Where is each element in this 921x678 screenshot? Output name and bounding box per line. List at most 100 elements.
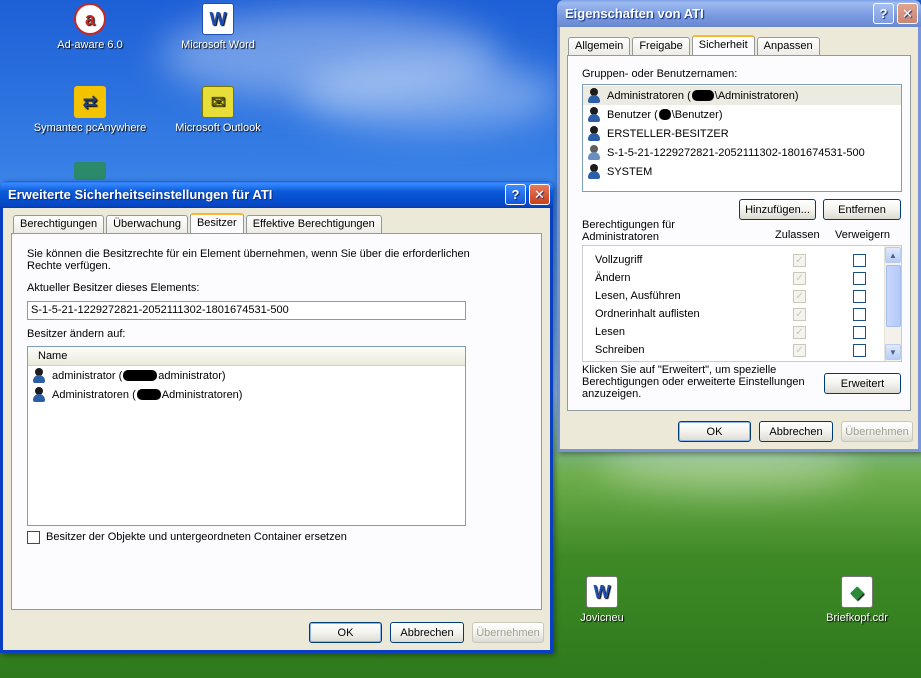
list-item[interactable]: administrator ( administrator) (28, 366, 465, 385)
owner-name-suffix: Administratoren) (161, 388, 243, 401)
user-name: ERSTELLER-BESITZER (607, 127, 729, 140)
window-title: Eigenschaften von ATI (565, 6, 704, 21)
word-document-icon: W (586, 576, 618, 608)
app-icon (74, 162, 106, 180)
desktop-icon-pcanywhere[interactable]: ⇄ Symantec pcAnywhere (30, 86, 150, 134)
deny-checkbox[interactable] (853, 344, 866, 357)
user-group-icon (588, 106, 604, 123)
close-button[interactable]: ✕ (529, 184, 550, 205)
redaction-mark (658, 109, 671, 120)
list-item[interactable]: Administratoren ( Administratoren) (28, 385, 465, 404)
apply-button[interactable]: Übernehmen (472, 622, 544, 643)
allow-checkbox: ✓ (793, 308, 806, 321)
owner-candidates-list[interactable]: Name administrator ( administrator) Admin… (27, 346, 466, 526)
advanced-security-dialog: Erweiterte Sicherheitseinstellungen für … (0, 181, 553, 653)
remove-button[interactable]: Entfernen (823, 199, 901, 220)
allow-checkbox: ✓ (793, 344, 806, 357)
allow-checkbox: ✓ (793, 272, 806, 285)
tab-effective-permissions[interactable]: Effektive Berechtigungen (245, 215, 382, 233)
user-group-icon (588, 125, 604, 142)
groups-label: Gruppen- oder Benutzernamen: (582, 68, 738, 80)
list-item[interactable]: S-1-5-21-1229272821-2052111302-180167453… (583, 143, 901, 162)
adaware-icon: a (74, 3, 106, 35)
current-owner-field[interactable]: S-1-5-21-1229272821-2052111302-180167453… (27, 301, 466, 320)
permission-label: Vollzugriff (595, 254, 643, 266)
user-group-icon (588, 163, 604, 180)
tab-permissions[interactable]: Berechtigungen (13, 215, 105, 233)
tab-general[interactable]: Allgemein (568, 37, 631, 55)
tab-sharing[interactable]: Freigabe (632, 37, 690, 55)
permission-label: Lesen (595, 326, 625, 338)
user-name: Benutzer ( (607, 108, 658, 121)
deny-checkbox[interactable] (853, 290, 866, 303)
desktop-icon-label: Microsoft Outlook (175, 122, 261, 134)
advanced-button[interactable]: Erweitert (824, 373, 901, 394)
properties-titlebar[interactable]: Eigenschaften von ATI ? ✕ (557, 0, 921, 27)
allow-checkbox: ✓ (793, 326, 806, 339)
column-header-name[interactable]: Name (28, 347, 465, 366)
list-item[interactable]: SYSTEM (583, 162, 901, 181)
properties-dialog: Eigenschaften von ATI ? ✕ Allgemein Frei… (557, 0, 921, 452)
column-allow: Zulassen (775, 229, 820, 241)
users-list[interactable]: Administratoren ( \Administratoren) Benut… (582, 84, 902, 192)
advanced-security-titlebar[interactable]: Erweiterte Sicherheitseinstellungen für … (0, 181, 553, 208)
desktop-icon-outlook[interactable]: ✉ Microsoft Outlook (158, 86, 278, 134)
cancel-button[interactable]: Abbrechen (759, 421, 833, 442)
scroll-thumb[interactable] (886, 265, 901, 327)
tab-owner[interactable]: Besitzer (189, 213, 244, 234)
tab-customize[interactable]: Anpassen (756, 37, 820, 55)
list-item[interactable]: ERSTELLER-BESITZER (583, 124, 901, 143)
apply-button[interactable]: Übernehmen (841, 421, 913, 442)
desktop-icon-label: Microsoft Word (181, 39, 255, 51)
desktop-icon-word[interactable]: W Microsoft Word (158, 3, 278, 51)
deny-checkbox[interactable] (853, 254, 866, 267)
owner-intro-text: Sie können die Besitzrechte für ein Elem… (27, 248, 470, 272)
desktop-icon-label: Briefkopf.cdr (826, 612, 888, 624)
add-button[interactable]: Hinzufügen... (739, 199, 816, 220)
ok-button[interactable]: OK (309, 622, 382, 643)
word-icon: W (202, 3, 234, 35)
deny-checkbox[interactable] (853, 308, 866, 321)
help-button[interactable]: ? (505, 184, 526, 205)
help-button[interactable]: ? (873, 3, 894, 24)
tab-auditing[interactable]: Überwachung (106, 215, 188, 233)
desktop-icon-jovicneu[interactable]: W Jovicneu (542, 576, 662, 624)
owner-name: Administratoren ( (52, 388, 136, 401)
permissions-scrollbar[interactable]: ▲ ▼ (884, 246, 901, 361)
advanced-hint: Klicken Sie auf "Erweitert", um speziell… (582, 364, 805, 400)
user-group-icon (33, 386, 49, 403)
close-button[interactable]: ✕ (897, 3, 918, 24)
ok-button[interactable]: OK (678, 421, 751, 442)
cancel-button[interactable]: Abbrechen (390, 622, 464, 643)
tab-security[interactable]: Sicherheit (691, 35, 755, 56)
owner-panel: Sie können die Besitzrechte für ein Elem… (11, 233, 542, 610)
outlook-icon: ✉ (202, 86, 234, 118)
user-name: S-1-5-21-1229272821-2052111302-180167453… (607, 146, 865, 159)
user-name: Administratoren ( (607, 89, 691, 102)
advanced-tabs: Berechtigungen Überwachung Besitzer Effe… (13, 212, 384, 234)
security-panel: Gruppen- oder Benutzernamen: Administrat… (567, 55, 911, 411)
deny-checkbox[interactable] (853, 326, 866, 339)
desktop-icon-label: Jovicneu (580, 612, 624, 624)
scroll-up-icon[interactable]: ▲ (885, 247, 901, 263)
deny-checkbox[interactable] (853, 272, 866, 285)
replace-owner-checkbox[interactable] (27, 531, 40, 544)
scroll-down-icon[interactable]: ▼ (885, 344, 901, 360)
properties-tabs: Allgemein Freigabe Sicherheit Anpassen (568, 34, 822, 56)
desktop-icon-adaware[interactable]: a Ad-aware 6.0 (30, 3, 150, 51)
column-deny: Verweigern (835, 229, 891, 241)
user-name-suffix: \Administratoren) (714, 89, 799, 102)
list-item[interactable]: Administratoren ( \Administratoren) (583, 86, 901, 105)
permission-label: Lesen, Ausführen (595, 290, 681, 302)
desktop-icon-label: Ad-aware 6.0 (57, 39, 123, 51)
permission-label: Schreiben (595, 344, 645, 356)
pcanywhere-icon: ⇄ (74, 86, 106, 118)
owner-name-suffix: administrator) (158, 369, 226, 382)
replace-owner-label[interactable]: Besitzer der Objekte und untergeordneten… (46, 531, 347, 543)
redaction-mark (691, 90, 714, 101)
coreldraw-file-icon: ◆ (841, 576, 873, 608)
owner-name: administrator ( (52, 369, 123, 382)
desktop-icon-briefkopf[interactable]: ◆ Briefkopf.cdr (797, 576, 917, 624)
window-title: Erweiterte Sicherheitseinstellungen für … (8, 187, 273, 202)
list-item[interactable]: Benutzer (\Benutzer) (583, 105, 901, 124)
